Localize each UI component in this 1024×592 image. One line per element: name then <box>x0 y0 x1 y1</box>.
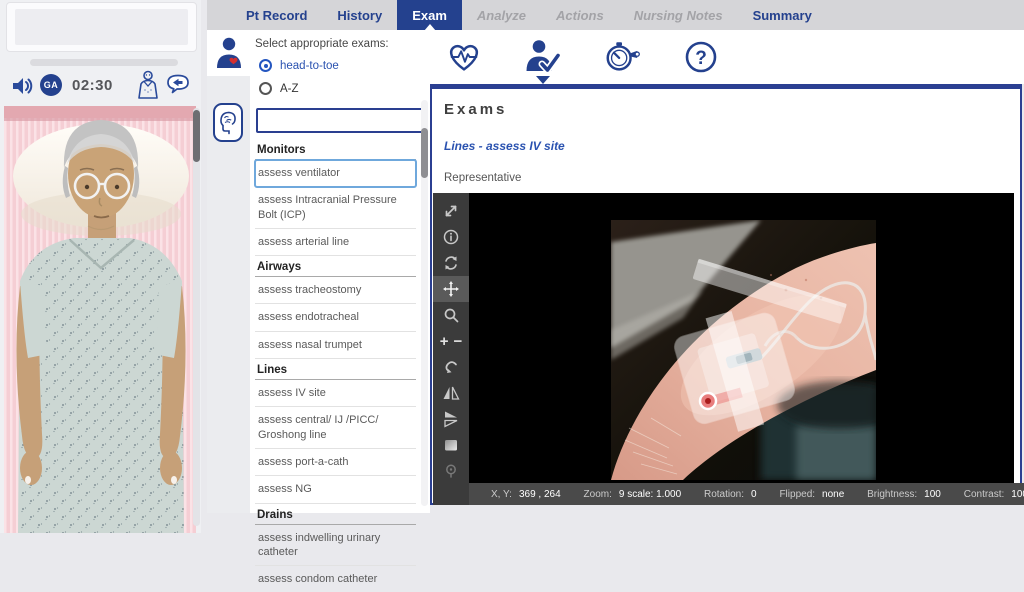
exam-select-prompt: Select appropriate exams: <box>255 38 428 50</box>
speaker-icon[interactable] <box>10 74 34 103</box>
window-level-icon[interactable] <box>433 432 469 458</box>
speech-bubble-icon[interactable] <box>165 73 191 100</box>
svg-text:?: ? <box>695 48 707 69</box>
exam-item-iv-site[interactable]: assess IV site <box>255 380 416 407</box>
exams-panel-title: Exams <box>444 101 1020 118</box>
status-xy-value: 369 , 264 <box>519 489 561 500</box>
status-contrast-value: 100 <box>1011 489 1024 500</box>
status-brightness-value: 100 <box>924 489 941 500</box>
mental-status-button[interactable] <box>213 103 243 142</box>
status-zoom: Zoom: 9 scale: 1.000 <box>584 489 682 500</box>
exam-search-input[interactable] <box>256 108 424 133</box>
tab-actions: Actions <box>541 0 619 30</box>
exam-item-port-a-cath[interactable]: assess port-a-cath <box>255 449 416 476</box>
exam-item-ventilator[interactable]: assess ventilator <box>255 160 416 187</box>
image-viewer: +− <box>433 193 1014 505</box>
status-flipped: Flipped: none <box>779 489 844 500</box>
exam-item-condom-catheter[interactable]: assess condom catheter <box>255 566 416 592</box>
exam-item-tracheostomy[interactable]: assess tracheostomy <box>255 277 416 304</box>
exam-item-icp[interactable]: assess Intracranial Pressure Bolt (ICP) <box>255 187 416 229</box>
status-rotation: Rotation: 0 <box>704 489 757 500</box>
exam-item-nasal-trumpet[interactable]: assess nasal trumpet <box>255 332 416 359</box>
status-contrast-label: Contrast: <box>964 489 1005 500</box>
zoom-buttons: +− <box>433 328 469 354</box>
radio-a-z-control[interactable] <box>259 82 272 95</box>
reset-icon[interactable] <box>433 250 469 276</box>
status-zoom-label: Zoom: <box>584 489 612 500</box>
patient-scrollbar-thumb[interactable] <box>193 110 200 162</box>
exam-list-scrollbar[interactable] <box>421 100 428 506</box>
timer-gauge-icon[interactable] <box>603 37 641 77</box>
viewer-toolbar: +− <box>433 193 469 505</box>
tab-exam[interactable]: Exam <box>397 0 462 30</box>
exam-item-central-line[interactable]: assess central/ IJ /PICC/ Groshong line <box>255 407 416 449</box>
exam-item-endotracheal[interactable]: assess endotracheal <box>255 304 416 331</box>
patient-controls: GA 02:30 <box>0 72 201 106</box>
flip-vertical-icon[interactable] <box>433 406 469 432</box>
message-box-inner <box>15 9 188 45</box>
selector-icon-rail <box>207 30 250 513</box>
tab-analyze: Analyze <box>462 0 541 30</box>
representative-label: Representative <box>444 172 1020 184</box>
pan-icon[interactable] <box>433 276 469 302</box>
status-contrast: Contrast: 100 <box>964 489 1024 500</box>
exam-list-scrollbar-thumb[interactable] <box>421 128 428 178</box>
tab-nursing-notes: Nursing Notes <box>619 0 738 30</box>
status-xy: X, Y: 369 , 264 <box>491 489 561 500</box>
ga-badge[interactable]: GA <box>40 74 62 96</box>
section-title-airways: Airways <box>255 256 416 277</box>
tab-history[interactable]: History <box>322 0 397 30</box>
radio-head-to-toe[interactable]: head-to-toe <box>259 59 428 72</box>
section-title-lines: Lines <box>255 359 416 380</box>
tab-pt-record[interactable]: Pt Record <box>231 0 322 30</box>
exam-mode-icons: ? <box>430 30 1024 84</box>
exam-item-indwelling-catheter[interactable]: assess indwelling urinary catheter <box>255 525 416 567</box>
exams-panel: Exams Lines - assess IV site Representat… <box>430 84 1022 505</box>
patient-panel: GA 02:30 <box>0 0 201 533</box>
message-box <box>6 2 197 52</box>
radio-head-to-toe-label: head-to-toe <box>280 60 339 72</box>
help-icon[interactable]: ? <box>682 37 720 77</box>
probe-icon[interactable] <box>433 458 469 484</box>
patient-avatar[interactable] <box>4 106 196 533</box>
radio-a-z-label: A-Z <box>280 83 299 95</box>
exam-item-ng[interactable]: assess NG <box>255 476 416 503</box>
rotate-icon[interactable] <box>433 354 469 380</box>
exam-list: Monitors assess ventilator assess Intrac… <box>255 139 416 592</box>
status-flipped-value: none <box>822 489 844 500</box>
radio-head-to-toe-control[interactable] <box>259 59 272 72</box>
magnify-icon[interactable] <box>433 302 469 328</box>
status-zoom-value: 9 scale: 1.000 <box>619 489 681 500</box>
section-title-drains: Drains <box>255 504 416 525</box>
status-flipped-label: Flipped: <box>779 489 815 500</box>
audio-scrub-bar[interactable] <box>30 59 178 66</box>
status-brightness: Brightness: 100 <box>867 489 941 500</box>
exam-person-check-icon[interactable] <box>524 37 562 77</box>
tab-summary[interactable]: Summary <box>738 0 827 30</box>
radio-a-z[interactable]: A-Z <box>259 82 428 95</box>
info-icon[interactable] <box>433 224 469 250</box>
exam-item-arterial-line[interactable]: assess arterial line <box>255 229 416 256</box>
expand-icon[interactable] <box>433 198 469 224</box>
status-brightness-label: Brightness: <box>867 489 917 500</box>
sim-timer: 02:30 <box>72 77 113 94</box>
status-rotation-label: Rotation: <box>704 489 744 500</box>
section-title-monitors: Monitors <box>255 139 416 160</box>
zoom-in-icon[interactable]: + <box>440 334 449 349</box>
exams-panel-subtitle: Lines - assess IV site <box>444 139 1020 153</box>
vitals-heart-icon[interactable] <box>445 37 483 77</box>
person-heart-icon <box>207 30 250 76</box>
patient-gown-icon[interactable] <box>134 70 162 105</box>
exam-selector-panel: Select appropriate exams: head-to-toe A-… <box>207 30 430 513</box>
zoom-out-icon[interactable]: − <box>454 334 463 349</box>
main-nav: Pt Record History Exam Analyze Actions N… <box>207 0 1024 30</box>
patient-scrollbar[interactable] <box>193 108 200 526</box>
status-rotation-value: 0 <box>751 489 757 500</box>
viewer-status-bar: X, Y: 369 , 264 Zoom: 9 scale: 1.000 Rot… <box>469 483 1024 505</box>
iv-site-photo <box>611 220 876 480</box>
status-xy-label: X, Y: <box>491 489 512 500</box>
viewer-canvas[interactable]: X, Y: 369 , 264 Zoom: 9 scale: 1.000 Rot… <box>469 193 1014 505</box>
flip-horizontal-icon[interactable] <box>433 380 469 406</box>
